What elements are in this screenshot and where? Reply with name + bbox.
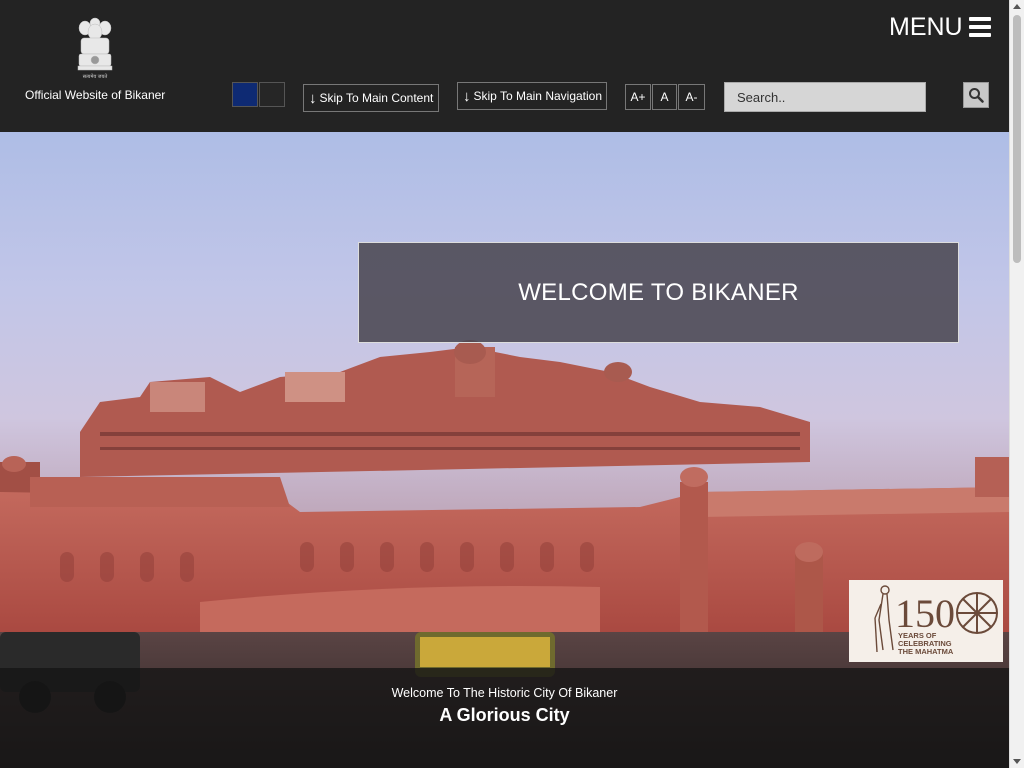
arrow-down-icon: ↓ [463, 87, 471, 105]
arrow-down-icon: ↓ [309, 89, 317, 107]
page: सत्यमेव जयते Official Website of Bikaner… [0, 0, 1024, 768]
hero-banner: WELCOME TO BIKANER 150 YEARS OF CELEBRAT… [0, 132, 1009, 768]
slide-caption-title: A Glorious City [439, 705, 570, 725]
hamburger-icon [968, 17, 991, 37]
emblem-motto: सत्यमेव जयते [83, 73, 108, 80]
font-normal-button[interactable]: A [652, 84, 677, 110]
site-title[interactable]: Official Website of Bikaner [25, 88, 165, 102]
font-decrease-button[interactable]: A- [678, 84, 705, 110]
menu-label: MENU [889, 12, 963, 41]
search-icon [969, 88, 984, 103]
vertical-scrollbar[interactable] [1009, 0, 1024, 768]
national-emblem-icon[interactable]: सत्यमेव जयते [74, 14, 116, 82]
search-input[interactable] [724, 82, 926, 112]
theme-dark-button[interactable] [259, 82, 285, 107]
skip-to-main-navigation-link[interactable]: ↓ Skip To Main Navigation [457, 82, 607, 110]
skip-to-main-content-link[interactable]: ↓ Skip To Main Content [303, 84, 439, 112]
skip-main-navigation-label: Skip To Main Navigation [473, 89, 603, 103]
welcome-heading: WELCOME TO BIKANER [518, 278, 799, 306]
site-header: सत्यमेव जयते Official Website of Bikaner… [0, 0, 1009, 132]
scroll-up-arrow-icon[interactable] [1013, 4, 1021, 9]
font-increase-button[interactable]: A+ [625, 84, 651, 110]
menu-button[interactable]: MENU [889, 12, 991, 42]
welcome-panel: WELCOME TO BIKANER [358, 242, 959, 343]
scroll-down-arrow-icon[interactable] [1013, 759, 1021, 764]
slide-caption-subtitle: Welcome To The Historic City Of Bikaner [391, 686, 618, 700]
search-button[interactable] [963, 82, 989, 108]
theme-blue-button[interactable] [232, 82, 258, 107]
badge-number: 150 [895, 591, 955, 636]
badge-caption: YEARS OF CELEBRATING THE MAHATMA [898, 632, 978, 656]
scrollbar-thumb[interactable] [1013, 15, 1021, 263]
badge-line-3: THE MAHATMA [898, 647, 954, 656]
skip-main-content-label: Skip To Main Content [319, 91, 434, 105]
gandhi-150-badge[interactable]: 150 YEARS OF CELEBRATING THE MAHATMA [849, 580, 1003, 662]
